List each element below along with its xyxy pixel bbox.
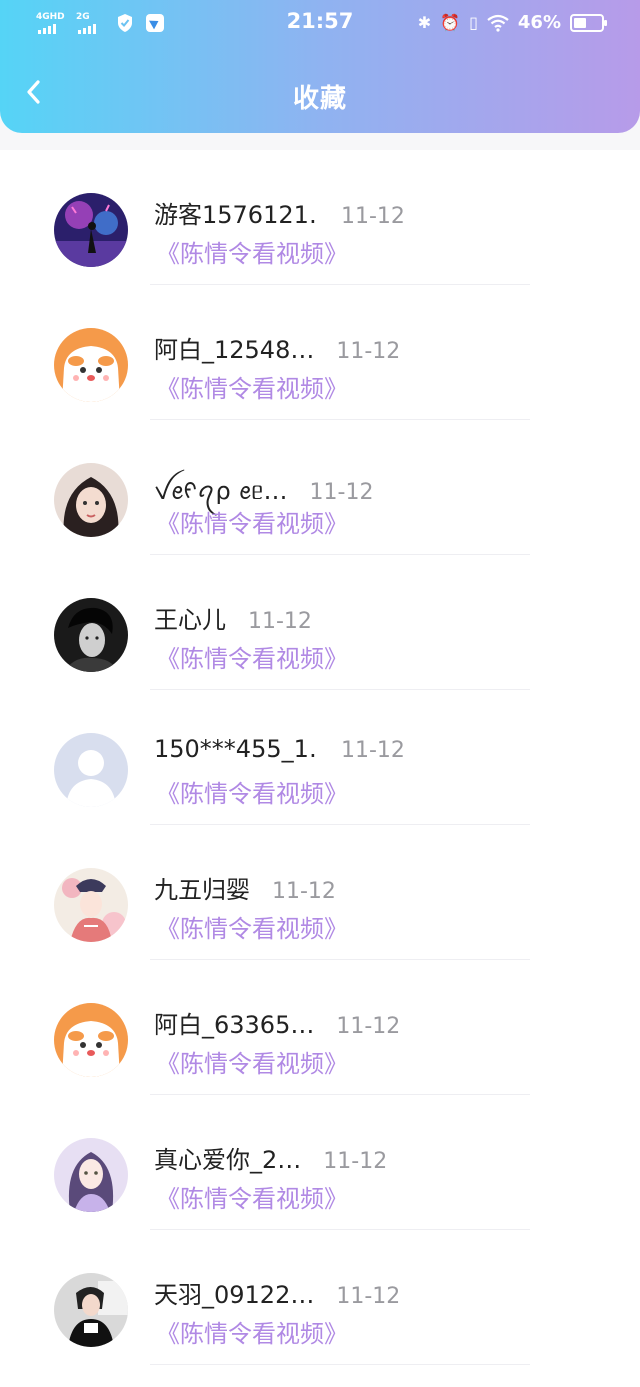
page-title: 收藏	[292, 84, 347, 114]
vibrate-icon: ▯	[469, 12, 478, 32]
avatar[interactable]	[54, 598, 128, 672]
list-item[interactable]: 天羽_09122… 11-12 《陈情令看视频》	[0, 1230, 640, 1365]
list-item[interactable]: 王心儿 11-12 《陈情令看视频》	[0, 555, 640, 690]
user-name[interactable]: 150***455_1…	[154, 735, 319, 763]
avatar[interactable]	[54, 193, 128, 267]
video-title-link[interactable]: 《陈情令看视频》	[156, 639, 348, 674]
avatar[interactable]	[54, 868, 128, 942]
favorite-date: 11-12	[341, 204, 405, 229]
status-bar: 4GHD 2G 21:57 ✱ ⏰ ▯ 46%	[0, 0, 640, 46]
list-item[interactable]: 150***455_1… 11-12 《陈情令看视频》	[0, 690, 640, 825]
favorite-date: 11-12	[336, 1014, 401, 1039]
video-title-link[interactable]: 《陈情令看视频》	[156, 1044, 348, 1079]
favorite-date: 11-12	[309, 480, 374, 505]
user-name[interactable]: 天羽_09122…	[154, 1275, 314, 1310]
battery-percent: 46%	[517, 12, 561, 33]
user-name[interactable]: 阿白_63365…	[154, 1005, 314, 1040]
avatar[interactable]	[54, 1138, 128, 1212]
wifi-icon	[487, 14, 509, 32]
bluetooth-icon: ✱	[417, 12, 432, 32]
video-title-link[interactable]: 《陈情令看视频》	[156, 909, 348, 944]
avatar[interactable]	[54, 328, 128, 402]
favorite-date: 11-12	[248, 609, 312, 634]
user-name[interactable]: 九五归婴	[154, 870, 250, 905]
favorite-date: 11-12	[341, 738, 405, 763]
list-item[interactable]: 阿白_63365… 11-12 《陈情令看视频》	[0, 960, 640, 1095]
user-name[interactable]: 游客1576121…	[154, 195, 319, 230]
nav-bar: 收藏	[0, 60, 640, 130]
avatar[interactable]	[54, 1273, 128, 1347]
video-title-link[interactable]: 《陈情令看视频》	[156, 504, 348, 539]
video-title-link[interactable]: 《陈情令看视频》	[156, 1314, 348, 1349]
list-item[interactable]: 游客1576121… 11-12 《陈情令看视频》	[0, 150, 640, 285]
default-person-icon	[54, 733, 128, 807]
video-title-link[interactable]: 《陈情令看视频》	[156, 369, 348, 404]
video-title-link[interactable]: 《陈情令看视频》	[156, 234, 348, 269]
favorite-date: 11-12	[336, 339, 401, 364]
avatar[interactable]	[54, 733, 128, 807]
favorites-list: 游客1576121… 11-12 《陈情令看视频》 阿白_12548… 11-1…	[0, 150, 640, 1387]
user-name[interactable]: 王心儿	[154, 600, 226, 635]
list-item[interactable]: 九五归婴 11-12 《陈情令看视频》	[0, 825, 640, 960]
user-name[interactable]: 真心爱你_2…	[154, 1140, 301, 1175]
favorite-date: 11-12	[336, 1284, 401, 1309]
avatar[interactable]	[54, 1003, 128, 1077]
list-item[interactable]: 真心爱你_2… 11-12 《陈情令看视频》	[0, 1095, 640, 1230]
list-item[interactable]: ꪜꫀᠻꪖρ ꫀᥱ… 11-12 《陈情令看视频》	[0, 420, 640, 555]
user-name[interactable]: 阿白_12548…	[154, 330, 314, 365]
favorite-date: 11-12	[272, 879, 336, 904]
list-item[interactable]: 阿白_12548… 11-12 《陈情令看视频》	[0, 285, 640, 420]
video-title-link[interactable]: 《陈情令看视频》	[156, 1179, 348, 1214]
avatar[interactable]	[54, 463, 128, 537]
favorite-date: 11-12	[323, 1149, 388, 1174]
app-header: 4GHD 2G 21:57 ✱ ⏰ ▯ 46% 收藏	[0, 0, 640, 133]
video-title-link[interactable]: 《陈情令看视频》	[156, 774, 348, 809]
alarm-icon: ⏰	[440, 12, 461, 32]
battery-icon	[570, 13, 607, 32]
